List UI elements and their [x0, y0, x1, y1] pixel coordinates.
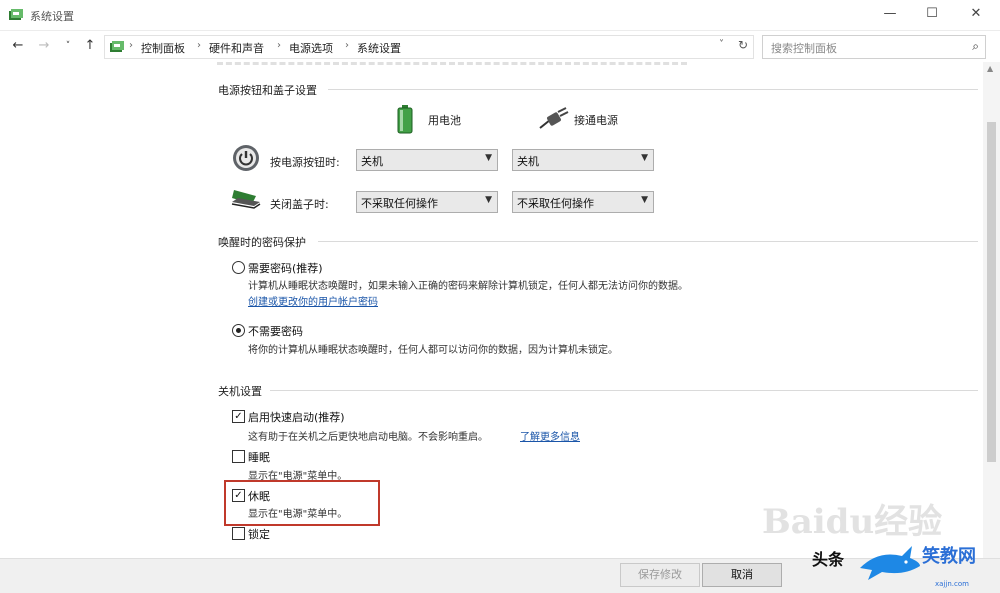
section-heading-power-buttons: 电源按钮和盖子设置 [218, 84, 317, 97]
row-label-lid-close: 关闭盖子时: [270, 198, 329, 211]
back-button[interactable]: ← [10, 37, 26, 55]
sleep-label[interactable]: 睡眠 [248, 449, 270, 465]
vertical-scrollbar[interactable]: ▲ [983, 62, 1000, 558]
laptop-lid-icon [231, 190, 261, 209]
search-icon[interactable]: ⌕ [972, 39, 979, 54]
toutiao-watermark: 头条 [812, 550, 845, 569]
section-divider [318, 241, 978, 242]
breadcrumb-separator: › [277, 40, 281, 51]
power-plug-icon [539, 107, 569, 129]
no-password-description: 将你的计算机从睡眠状态唤醒时，任何人都可以访问你的数据，因为计算机未锁定。 [248, 345, 618, 356]
select-value: 关机 [361, 155, 383, 168]
baidu-watermark: Baidu经验 [762, 502, 943, 542]
row-label-power-button: 按电源按钮时: [270, 156, 340, 169]
require-password-description: 计算机从睡眠状态唤醒时，如果未输入正确的密码来解除计算机锁定，任何人都无法访问你… [248, 281, 688, 292]
up-button[interactable]: ↑ [82, 37, 98, 55]
hibernate-highlight-box [224, 480, 380, 526]
site-url-watermark: xajjn.com [935, 580, 969, 588]
power-button-battery-select[interactable]: 关机 ▼ [356, 149, 498, 171]
save-changes-button[interactable]: 保存修改 [620, 563, 700, 587]
fast-startup-label[interactable]: 启用快速启动(推荐) [248, 409, 345, 425]
forward-button[interactable]: → [36, 37, 52, 55]
search-placeholder: 搜索控制面板 [771, 42, 837, 55]
column-header-battery: 用电池 [428, 114, 461, 127]
chevron-down-icon: ▼ [641, 153, 648, 163]
title-bar: 系统设置 — ☐ ✕ [0, 0, 1000, 31]
scroll-up-arrow-icon[interactable]: ▲ [987, 64, 993, 73]
fast-startup-description: 这有助于在关机之后更快地启动电脑。不会影响重启。 [248, 432, 488, 443]
select-value: 不采取任何操作 [517, 197, 594, 210]
recent-locations-button[interactable]: ˅ [60, 37, 76, 55]
select-value: 关机 [517, 155, 539, 168]
column-header-plugged-in: 接通电源 [574, 114, 618, 127]
change-password-link[interactable]: 创建或更改你的用户帐户密码 [248, 293, 378, 308]
lid-close-battery-select[interactable]: 不采取任何操作 ▼ [356, 191, 498, 213]
breadcrumb-separator: › [345, 40, 349, 51]
chevron-down-icon: ▼ [485, 153, 492, 163]
control-panel-icon [110, 41, 124, 52]
fast-startup-checkbox[interactable]: ✓ [232, 410, 245, 423]
address-dropdown-button[interactable]: ˅ [719, 39, 724, 50]
maximize-button[interactable]: ☐ [922, 6, 942, 22]
require-password-radio[interactable] [232, 261, 245, 274]
breadcrumb-separator: › [197, 40, 201, 51]
require-password-label[interactable]: 需要密码(推荐) [248, 260, 323, 276]
section-divider [270, 390, 978, 391]
cancel-button[interactable]: 取消 [702, 563, 782, 587]
chevron-down-icon: ▼ [485, 195, 492, 205]
sleep-checkbox[interactable] [232, 450, 245, 463]
chevron-down-icon: ▼ [641, 195, 648, 205]
select-value: 不采取任何操作 [361, 197, 438, 210]
breadcrumb-power-options[interactable]: 电源选项 [289, 40, 333, 56]
breadcrumb-control-panel[interactable]: 控制面板 [141, 40, 185, 56]
close-button[interactable]: ✕ [966, 6, 986, 22]
section-divider [328, 89, 978, 90]
address-bar[interactable]: › 控制面板 › 硬件和声音 › 电源选项 › 系统设置 ˅ ↻ [104, 35, 754, 59]
breadcrumb-hardware-sound[interactable]: 硬件和声音 [209, 40, 264, 56]
lock-checkbox[interactable] [232, 527, 245, 540]
scrollbar-thumb[interactable] [987, 122, 996, 462]
power-button-plugged-select[interactable]: 关机 ▼ [512, 149, 654, 171]
site-watermark: 笑教网 [922, 546, 976, 567]
power-button-icon [233, 145, 259, 171]
window-title: 系统设置 [30, 10, 74, 23]
breadcrumb-system-settings[interactable]: 系统设置 [357, 40, 401, 56]
learn-more-link[interactable]: 了解更多信息 [520, 428, 580, 443]
scrolled-content-edge [217, 62, 687, 69]
lock-label[interactable]: 锁定 [248, 526, 270, 542]
section-heading-wake-password: 唤醒时的密码保护 [218, 236, 306, 249]
no-password-radio[interactable] [232, 324, 245, 337]
footer-bar: 保存修改 取消 [0, 558, 1000, 593]
battery-icon [397, 105, 413, 134]
navigation-bar: ← → ˅ ↑ › 控制面板 › 硬件和声音 › 电源选项 › 系统设置 ˅ ↻… [0, 31, 1000, 61]
minimize-button[interactable]: — [880, 6, 900, 22]
breadcrumb-separator: › [129, 40, 133, 51]
lid-close-plugged-select[interactable]: 不采取任何操作 ▼ [512, 191, 654, 213]
section-heading-shutdown: 关机设置 [218, 385, 262, 398]
no-password-label[interactable]: 不需要密码 [248, 323, 303, 339]
shark-logo-icon [860, 546, 920, 580]
refresh-button[interactable]: ↻ [738, 38, 748, 52]
search-input[interactable]: 搜索控制面板 ⌕ [762, 35, 986, 59]
control-panel-icon [9, 9, 23, 20]
